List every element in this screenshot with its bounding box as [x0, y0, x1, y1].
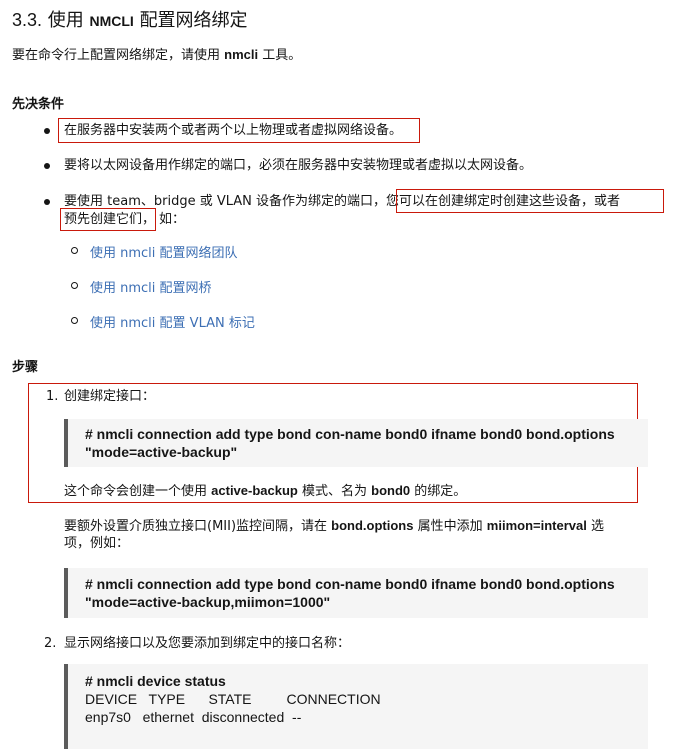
miimon-note-line1: 要额外设置介质独立接口(MII)监控间隔，请在 bond.options 属性中…	[64, 518, 604, 534]
prereq-heading: 先决条件	[12, 97, 65, 112]
intro-paragraph: 要在命令行上配置网络绑定，请使用 nmcli 工具。	[12, 47, 302, 63]
bullet-icon	[44, 199, 50, 205]
circle-bullet-icon	[71, 247, 78, 254]
circle-bullet-icon	[71, 317, 78, 324]
steps-heading: 步骤	[12, 360, 39, 375]
prereq-item-2: 要将以太网设备用作绑定的端口，必须在服务器中安装物理或者虚拟以太网设备。	[64, 158, 533, 173]
link-nmcli-vlan[interactable]: 使用 nmcli 配置 VLAN 标记	[90, 312, 255, 331]
step-1-description: 这个命令会创建一个使用 active-backup 模式、名为 bond0 的绑…	[64, 483, 467, 499]
circle-bullet-icon	[71, 282, 78, 289]
step-1-label: 创建绑定接口：	[64, 389, 156, 404]
document-page: 3.3. 使用 NMCLI 配置网络绑定 要在命令行上配置网络绑定，请使用 nm…	[0, 0, 675, 749]
highlight-box-prereq-3a	[396, 189, 664, 213]
step-1-number: 1.	[46, 389, 59, 404]
code-block-create-bond: # nmcli connection add type bond con-nam…	[64, 419, 648, 467]
link-nmcli-bridge[interactable]: 使用 nmcli 配置网桥	[90, 277, 212, 296]
page-title: 3.3. 使用 NMCLI 配置网络绑定	[12, 10, 248, 31]
code-block-device-status: # nmcli device status DEVICE TYPE STATE …	[64, 664, 648, 749]
bullet-icon	[44, 163, 50, 169]
code-block-create-bond-miimon: # nmcli connection add type bond con-nam…	[64, 568, 648, 618]
highlight-box-prereq-1	[58, 118, 420, 143]
bullet-icon	[44, 128, 50, 134]
highlight-box-prereq-3b	[60, 208, 156, 231]
step-2-number: 2.	[44, 636, 57, 651]
miimon-note-line2: 项，例如：	[64, 536, 130, 551]
link-nmcli-team[interactable]: 使用 nmcli 配置网络团队	[90, 242, 238, 261]
step-2-label: 显示网络接口以及您要添加到绑定中的接口名称：	[64, 636, 351, 651]
